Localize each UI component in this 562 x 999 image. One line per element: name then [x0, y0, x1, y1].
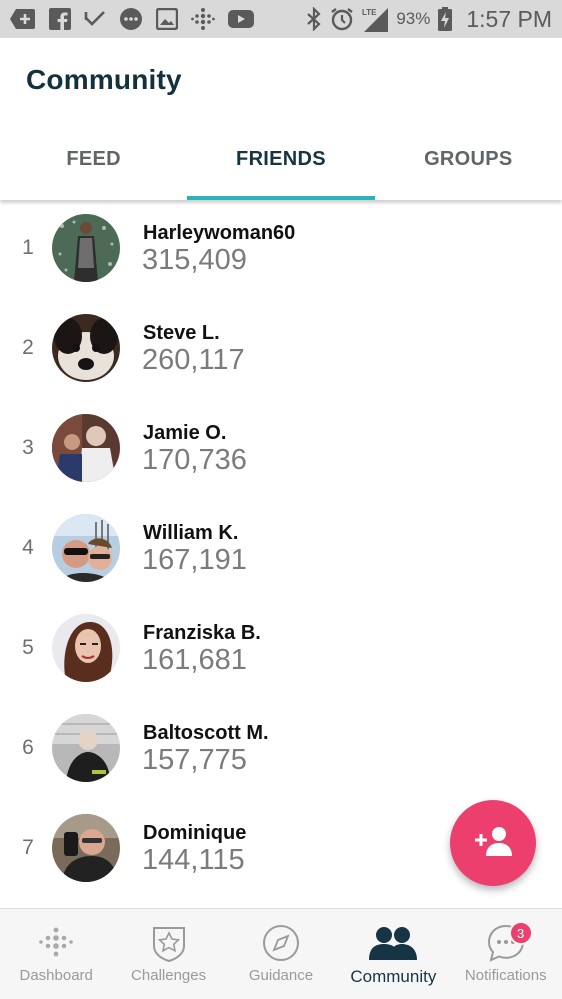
- nav-label: Challenges: [131, 967, 207, 984]
- list-item[interactable]: 3 Jamie O. 170,736: [0, 400, 562, 500]
- rank-number: 2: [22, 336, 34, 359]
- system-status: LTE 93% 1:57 PM: [306, 6, 552, 33]
- notification-icons: [10, 7, 254, 31]
- list-item[interactable]: 1 Harleywoman60 315,409: [0, 200, 562, 300]
- avatar[interactable]: [52, 814, 120, 882]
- rank-number: 3: [22, 436, 34, 459]
- fitbit-icon: [191, 7, 215, 31]
- friend-name: William K.: [143, 522, 239, 544]
- rank-number: 5: [22, 636, 34, 659]
- nav-dashboard[interactable]: Dashboard: [0, 909, 112, 999]
- add-friend-icon: [473, 826, 513, 861]
- rank-number: 6: [22, 736, 34, 759]
- friend-name: Franziska B.: [143, 622, 261, 644]
- battery-percent: 93%: [396, 9, 431, 28]
- avatar[interactable]: [52, 214, 120, 282]
- compass-icon: [262, 923, 300, 963]
- step-count: 170,736: [142, 444, 247, 476]
- step-count: 157,775: [142, 744, 247, 776]
- list-item[interactable]: 2 Steve L. 260,117: [0, 300, 562, 400]
- youtube-icon: [228, 9, 254, 29]
- friend-name: Steve L.: [143, 322, 220, 344]
- step-count: 144,115: [142, 844, 245, 876]
- nav-guidance[interactable]: Guidance: [225, 909, 337, 999]
- notification-badge: 3: [508, 921, 533, 945]
- battery-charging-icon: [438, 7, 453, 31]
- people-icon: [369, 923, 418, 963]
- tab-bar: FEED FRIENDS GROUPS: [0, 118, 562, 200]
- clock: 1:57 PM: [466, 5, 552, 32]
- status-bar: LTE 93% 1:57 PM: [0, 0, 562, 38]
- friend-leaderboard: 1 Harleywoman60 315,409 2 Steve L. 260,1…: [0, 200, 562, 900]
- tab-feed[interactable]: FEED: [0, 118, 187, 200]
- tab-groups[interactable]: GROUPS: [375, 118, 562, 200]
- avatar[interactable]: [52, 414, 120, 482]
- lte-signal-icon: LTE: [362, 6, 389, 32]
- list-item[interactable]: 5 Franziska B. 161,681: [0, 600, 562, 700]
- rank-number: 7: [22, 836, 34, 859]
- app-header: Community: [0, 38, 562, 118]
- nav-community[interactable]: Community: [337, 909, 449, 999]
- add-friend-button[interactable]: [450, 800, 536, 886]
- avatar[interactable]: [52, 314, 120, 382]
- image-icon: [156, 8, 178, 30]
- friend-name: Harleywoman60: [143, 222, 296, 244]
- nav-label: Dashboard: [19, 967, 93, 984]
- nav-label: Community: [350, 967, 437, 986]
- friend-name: Baltoscott M.: [143, 722, 269, 744]
- avatar[interactable]: [52, 514, 120, 582]
- avatar[interactable]: [52, 714, 120, 782]
- lte-label: LTE: [362, 8, 377, 17]
- step-count: 167,191: [142, 544, 247, 576]
- rank-number: 4: [22, 536, 34, 559]
- nav-challenges[interactable]: Challenges: [112, 909, 224, 999]
- alarm-icon: [330, 7, 354, 31]
- facebook-icon: [49, 8, 71, 30]
- nav-label: Guidance: [248, 967, 314, 984]
- add-box-icon: [10, 8, 36, 30]
- dashboard-dots-icon: [39, 923, 73, 963]
- step-count: 161,681: [142, 644, 247, 676]
- tab-friends[interactable]: FRIENDS: [187, 118, 375, 200]
- list-item[interactable]: 4 William K. 167,191: [0, 500, 562, 600]
- message-icon: [119, 7, 143, 31]
- star-shield-icon: [150, 923, 188, 963]
- bottom-navigation: Dashboard Challenges Guidance Community …: [0, 908, 562, 999]
- rank-number: 1: [22, 236, 34, 259]
- step-count: 260,117: [142, 344, 245, 376]
- step-count: 315,409: [142, 244, 247, 276]
- list-item[interactable]: 6 Baltoscott M. 157,775: [0, 700, 562, 800]
- nav-label: Notifications: [464, 967, 547, 984]
- nav-notifications[interactable]: 3 Notifications: [450, 909, 562, 999]
- friend-name: Jamie O.: [143, 422, 227, 444]
- bluetooth-icon: [306, 7, 322, 31]
- page-title: Community: [26, 64, 182, 95]
- friend-name: Dominique: [143, 822, 247, 844]
- check-notification-icon: [84, 8, 106, 30]
- avatar[interactable]: [52, 614, 120, 682]
